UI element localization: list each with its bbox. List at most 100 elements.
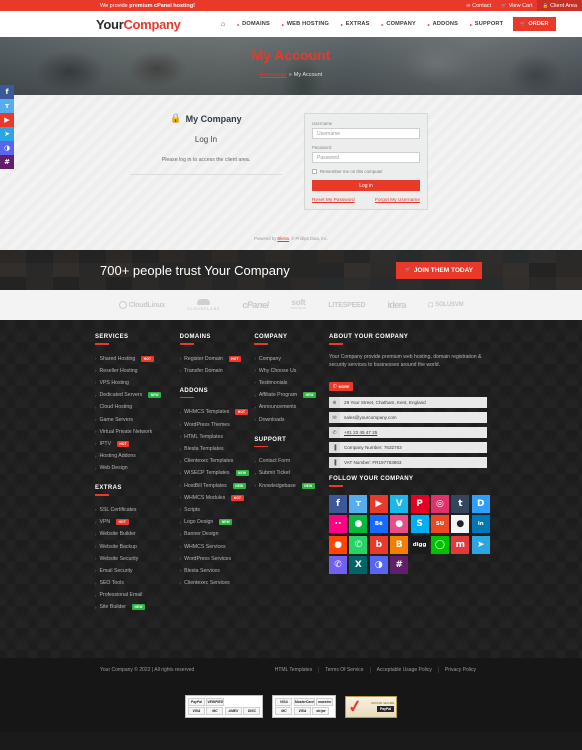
xing-icon[interactable]: X — [349, 555, 368, 574]
footer-link-addon-14[interactable]: › Clientexec Services — [180, 577, 255, 589]
digg-icon[interactable]: digg — [410, 535, 429, 554]
footer-link-company-4[interactable]: › Announcements — [254, 401, 329, 413]
username-input[interactable]: Username — [312, 128, 420, 139]
nav-home[interactable]: ⌂ — [215, 21, 231, 28]
footer-link-addon-7[interactable]: › WHMCS Modules HOT — [180, 492, 255, 504]
footer-link-service-7[interactable]: › IPTV HOT — [95, 438, 180, 450]
footer-link-addon-0[interactable]: › WHMCS Templates HOT — [180, 406, 255, 418]
login-submit-button[interactable]: Log in — [312, 180, 420, 191]
blogger-icon[interactable]: B — [390, 535, 409, 554]
blesta-link[interactable]: Blesta — [277, 236, 289, 241]
footer-link-service-3[interactable]: › Dedicated Servers NEW — [95, 389, 180, 401]
join-them-today-button[interactable]: 🛒 JOIN THEM TODAY — [396, 261, 482, 279]
slack-icon[interactable]: # — [390, 555, 409, 574]
pinterest-icon[interactable]: P — [410, 494, 429, 513]
more-button[interactable]: ⓘ MORE — [329, 382, 354, 392]
footer-link-company-0[interactable]: › Company — [254, 353, 329, 365]
behance-icon[interactable]: Bē — [369, 515, 388, 534]
footer-link-service-5[interactable]: › Game Servers — [95, 413, 180, 425]
contact-link[interactable]: ✉ Contact — [461, 0, 496, 11]
vimeo-icon[interactable]: V — [390, 494, 409, 513]
footer-link-addon-2[interactable]: › HTML Templates — [180, 431, 255, 443]
nav-item-domains[interactable]: ▸ DOMAINS — [231, 21, 276, 27]
footer-link-support-0[interactable]: › Contact Form — [254, 455, 329, 467]
telegram-rail-icon[interactable]: ➤ — [0, 127, 14, 141]
footer-link-addon-3[interactable]: › Blesta Templates — [180, 443, 255, 455]
footer-link-addon-12[interactable]: › WordPress Services — [180, 553, 255, 565]
contact-info-row-2[interactable]: ✆ +01 23 45 47 25 — [329, 427, 488, 439]
footer-link-service-4[interactable]: › Cloud Hosting — [95, 401, 180, 413]
youtube-rail-icon[interactable]: ▶ — [0, 113, 14, 127]
viber-icon[interactable]: ✆ — [329, 555, 348, 574]
whatsapp-icon[interactable]: ✆ — [349, 535, 368, 554]
github-icon[interactable]: ● — [451, 515, 470, 534]
footer-link-service-2[interactable]: › VPS Hosting — [95, 377, 180, 389]
link-terms-of-service[interactable]: Terms Of Service — [318, 666, 369, 673]
footer-link-addon-5[interactable]: › WISECP Templates NEW — [180, 467, 255, 479]
footer-link-domain-0[interactable]: › Register Domain HOT — [180, 353, 255, 365]
youtube-icon[interactable]: ▶ — [369, 494, 388, 513]
discord-rail-icon[interactable]: ◑ — [0, 141, 14, 155]
footer-link-extra-8[interactable]: › Site Builder NEW — [95, 601, 180, 613]
nav-item-support[interactable]: ▸ SUPPORT — [464, 21, 509, 27]
link-acceptable-usage-policy[interactable]: Acceptable Usage Policy — [369, 666, 438, 673]
footer-link-addon-11[interactable]: › WHMCS Services — [180, 540, 255, 552]
wechat-icon[interactable]: ● — [349, 515, 368, 534]
footer-link-extra-2[interactable]: › Website Builder — [95, 528, 180, 540]
nav-item-extras[interactable]: ▸ EXTRAS — [335, 21, 376, 27]
stumbleupon-icon[interactable]: SU — [430, 515, 449, 534]
footer-link-addon-1[interactable]: › WordPress Themes — [180, 419, 255, 431]
slack-rail-icon[interactable]: # — [0, 155, 14, 169]
footer-link-addon-8[interactable]: › Scripts — [180, 504, 255, 516]
footer-link-company-5[interactable]: › Downloads — [254, 413, 329, 425]
link-html-templates[interactable]: HTML Templates — [269, 667, 319, 673]
footer-link-service-6[interactable]: › Virtual Private Network — [95, 426, 180, 438]
password-input[interactable]: Password — [312, 152, 420, 163]
footer-link-service-0[interactable]: › Shared Hosting HOT — [95, 353, 180, 365]
view-cart-link[interactable]: 🛒 View Cart — [496, 0, 537, 11]
facebook-rail-icon[interactable]: f — [0, 85, 14, 99]
linkedin-icon[interactable]: in — [471, 515, 490, 534]
footer-link-extra-0[interactable]: › SSL Certificates — [95, 504, 180, 516]
facebook-icon[interactable]: f — [329, 494, 348, 513]
footer-link-service-8[interactable]: › Hosting Addons — [95, 450, 180, 462]
footer-link-addon-13[interactable]: › Blesta Services — [180, 565, 255, 577]
footer-link-extra-6[interactable]: › SEO Tools — [95, 577, 180, 589]
meetup-icon[interactable]: m — [451, 535, 470, 554]
footer-link-support-1[interactable]: › Submit Ticket — [254, 467, 329, 479]
footer-link-company-3[interactable]: › Affiliate Program NEW — [254, 389, 329, 401]
telegram-icon[interactable]: ➤ — [471, 535, 490, 554]
footer-link-extra-3[interactable]: › Website Backup — [95, 540, 180, 552]
nav-item-company[interactable]: ▸ COMPANY — [376, 21, 422, 27]
footer-link-extra-5[interactable]: › Email Security — [95, 565, 180, 577]
footer-link-addon-6[interactable]: › HostBill Templates NEW — [180, 480, 255, 492]
footer-link-support-2[interactable]: › Knowledgebase NEW — [254, 480, 329, 492]
footer-link-extra-7[interactable]: › Professional Email — [95, 589, 180, 601]
twitter-rail-icon[interactable]: ᴛ — [0, 99, 14, 113]
skype-icon[interactable]: S — [410, 515, 429, 534]
order-button[interactable]: 🛒 ORDER — [513, 17, 556, 31]
link-privacy-policy[interactable]: Privacy Policy — [437, 666, 482, 673]
reset-password-link[interactable]: Reset My Password — [312, 198, 355, 203]
breadcrumb-home[interactable]: Homepage — [260, 72, 287, 78]
forgot-username-link[interactable]: Forgot My Username — [375, 198, 420, 203]
twitter-icon[interactable]: ᴛ — [349, 494, 368, 513]
footer-link-company-1[interactable]: › Why Choose Us — [254, 365, 329, 377]
nav-item-addons[interactable]: ▸ ADDONS — [422, 21, 464, 27]
footer-link-company-2[interactable]: › Testimonials — [254, 377, 329, 389]
site-logo[interactable]: YourCompany — [96, 17, 181, 32]
remember-me-row[interactable]: Remember me on this computer — [312, 169, 420, 174]
client-area-link[interactable]: 🔒 Client Area — [537, 0, 582, 11]
instagram-icon[interactable]: ◎ — [430, 494, 449, 513]
footer-link-addon-10[interactable]: › Banner Design — [180, 528, 255, 540]
footer-link-extra-1[interactable]: › VPN HOT — [95, 516, 180, 528]
footer-link-addon-9[interactable]: › Logo Design NEW — [180, 516, 255, 528]
reddit-icon[interactable]: ● — [329, 535, 348, 554]
footer-link-service-9[interactable]: › Web Design — [95, 462, 180, 474]
footer-link-service-1[interactable]: › Reseller Hosting — [95, 365, 180, 377]
footer-link-extra-4[interactable]: › Website Security — [95, 553, 180, 565]
remember-me-checkbox[interactable] — [312, 169, 317, 174]
contact-info-text[interactable]: +01 23 45 47 25 — [340, 430, 377, 435]
line-icon[interactable]: ◯ — [430, 535, 449, 554]
bloglovin-icon[interactable]: b — [369, 535, 388, 554]
